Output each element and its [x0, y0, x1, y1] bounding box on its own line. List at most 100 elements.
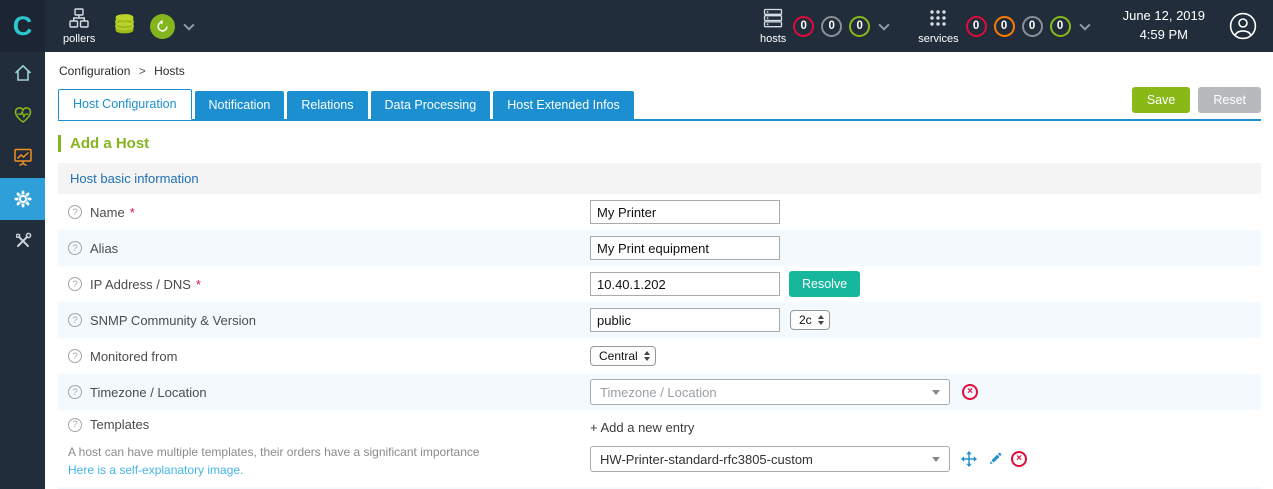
snmp-label: SNMP Community & Version — [90, 312, 256, 328]
select-spinner-icon — [643, 351, 650, 362]
topbar: C pollers hosts 0 0 0 services 0 0 0 0 J… — [0, 0, 1273, 52]
dots-grid-icon — [928, 8, 948, 31]
sidebar-item-reporting[interactable] — [0, 136, 45, 178]
database-icon — [113, 13, 136, 40]
sidebar-item-configuration[interactable] — [0, 178, 45, 220]
required-marker: * — [129, 204, 135, 220]
tab-notification[interactable]: Notification — [194, 91, 285, 119]
form-row-timezone: ? Timezone / Location Timezone / Locatio… — [58, 374, 1261, 411]
sidebar-item-administration[interactable] — [0, 220, 45, 262]
delete-template-icon[interactable]: × — [1011, 451, 1027, 468]
sidebar-item-monitoring[interactable] — [0, 94, 45, 136]
name-input[interactable] — [590, 200, 780, 225]
chevron-down-icon — [932, 456, 940, 462]
current-time: 4:59 PM — [1139, 27, 1188, 42]
services-label: services — [918, 32, 959, 45]
services-unknown-badge[interactable]: 0 — [1021, 15, 1043, 37]
pencil-icon[interactable] — [988, 452, 1002, 466]
monitored-from-value: Central — [599, 349, 638, 364]
chevron-down-icon[interactable] — [1078, 18, 1091, 31]
help-icon[interactable]: ? — [68, 349, 82, 364]
help-icon[interactable]: ? — [68, 277, 82, 292]
reset-button[interactable]: Reset — [1198, 87, 1261, 113]
poller-database-status[interactable] — [113, 12, 136, 41]
hosts-unreachable-badge[interactable]: 0 — [821, 15, 843, 37]
ip-address-input[interactable] — [590, 272, 780, 297]
tab-host-configuration[interactable]: Host Configuration — [58, 89, 192, 120]
user-menu[interactable] — [1229, 12, 1257, 40]
main-content: Configuration > Hosts Host Configuration… — [45, 52, 1273, 489]
breadcrumb-separator: > — [138, 64, 146, 78]
services-warning-badge[interactable]: 0 — [993, 15, 1015, 37]
clock: June 12, 2019 4:59 PM — [1123, 7, 1205, 45]
select-spinner-icon — [817, 315, 824, 326]
centreon-logo[interactable]: C — [0, 0, 45, 52]
clear-timezone-icon[interactable]: × — [962, 384, 978, 401]
hosts-menu[interactable]: hosts — [760, 8, 786, 45]
hosts-down-badge[interactable]: 0 — [793, 15, 815, 37]
chevron-down-icon[interactable] — [878, 18, 890, 31]
hosts-label: hosts — [759, 32, 787, 45]
timezone-label: Timezone / Location — [90, 384, 207, 400]
sidebar-item-home[interactable] — [0, 52, 45, 94]
services-status-group: services 0 0 0 0 — [918, 8, 1091, 45]
form-row-alias: ? Alias — [58, 230, 1261, 267]
templates-help-link[interactable]: Here is a self-explanatory image. — [68, 463, 243, 477]
section-header: Host basic information — [58, 163, 1261, 195]
pollers-menu[interactable]: pollers — [63, 7, 96, 45]
templates-label: Templates — [90, 417, 150, 433]
form-row-templates: ? Templates A host can have multiple tem… — [58, 410, 1261, 487]
services-menu[interactable]: services — [918, 8, 959, 45]
snmp-version-select[interactable]: 2c — [790, 310, 830, 331]
tools-icon — [13, 231, 33, 251]
current-date: June 12, 2019 — [1122, 8, 1205, 24]
pollers-label: pollers — [63, 32, 96, 45]
tab-data-processing[interactable]: Data Processing — [370, 91, 491, 119]
required-marker: * — [195, 276, 201, 292]
tab-host-extended-infos[interactable]: Host Extended Infos — [493, 91, 634, 119]
host-form: ? Name * ? Alias — [58, 194, 1261, 489]
services-critical-badge[interactable]: 0 — [965, 15, 987, 37]
alias-input[interactable] — [590, 236, 780, 261]
timezone-placeholder: Timezone / Location — [600, 384, 717, 400]
gear-icon — [14, 190, 32, 208]
help-icon[interactable]: ? — [68, 385, 82, 400]
snmp-version-value: 2c — [799, 313, 812, 328]
services-ok-badge[interactable]: 0 — [1049, 15, 1071, 37]
template-value: HW-Printer-standard-rfc3805-custom — [600, 451, 813, 467]
user-avatar-icon — [1229, 12, 1257, 40]
poller-state-ok[interactable] — [150, 13, 176, 39]
chevron-down-icon[interactable] — [183, 18, 196, 31]
breadcrumb: Configuration > Hosts — [45, 52, 1273, 78]
sidebar — [0, 52, 45, 489]
timezone-select[interactable]: Timezone / Location — [590, 379, 950, 406]
help-icon[interactable]: ? — [68, 205, 82, 220]
breadcrumb-configuration[interactable]: Configuration — [59, 64, 130, 78]
alias-label: Alias — [90, 240, 119, 256]
help-icon[interactable]: ? — [68, 313, 82, 328]
help-icon[interactable]: ? — [68, 241, 82, 256]
resolve-button[interactable]: Resolve — [789, 271, 861, 298]
save-button[interactable]: Save — [1131, 87, 1191, 113]
form-row-ip-address: ? IP Address / DNS * Resolve — [58, 266, 1261, 302]
pollers-icon — [69, 7, 89, 31]
hosts-up-badge[interactable]: 0 — [849, 15, 871, 37]
heartbeat-icon — [13, 105, 33, 125]
form-row-name: ? Name * — [58, 194, 1261, 230]
breadcrumb-hosts[interactable]: Hosts — [154, 64, 185, 78]
chart-icon — [13, 147, 33, 167]
tab-relations[interactable]: Relations — [287, 91, 368, 119]
add-template-entry-link[interactable]: + Add a new entry — [590, 420, 694, 435]
page-title: Add a Host — [58, 135, 1261, 153]
ip-address-label: IP Address / DNS — [90, 276, 191, 292]
tab-bar: Host Configuration Notification Relation… — [58, 87, 1261, 121]
home-icon — [13, 63, 33, 83]
move-icon[interactable] — [961, 451, 977, 468]
snmp-community-input[interactable] — [590, 308, 780, 333]
monitored-from-select[interactable]: Central — [590, 346, 656, 367]
hosts-status-group: hosts 0 0 0 — [760, 8, 890, 45]
form-row-monitored-from: ? Monitored from Central — [58, 338, 1261, 374]
help-icon[interactable]: ? — [68, 417, 82, 432]
template-select[interactable]: HW-Printer-standard-rfc3805-custom — [590, 446, 950, 473]
monitored-from-label: Monitored from — [90, 348, 178, 364]
